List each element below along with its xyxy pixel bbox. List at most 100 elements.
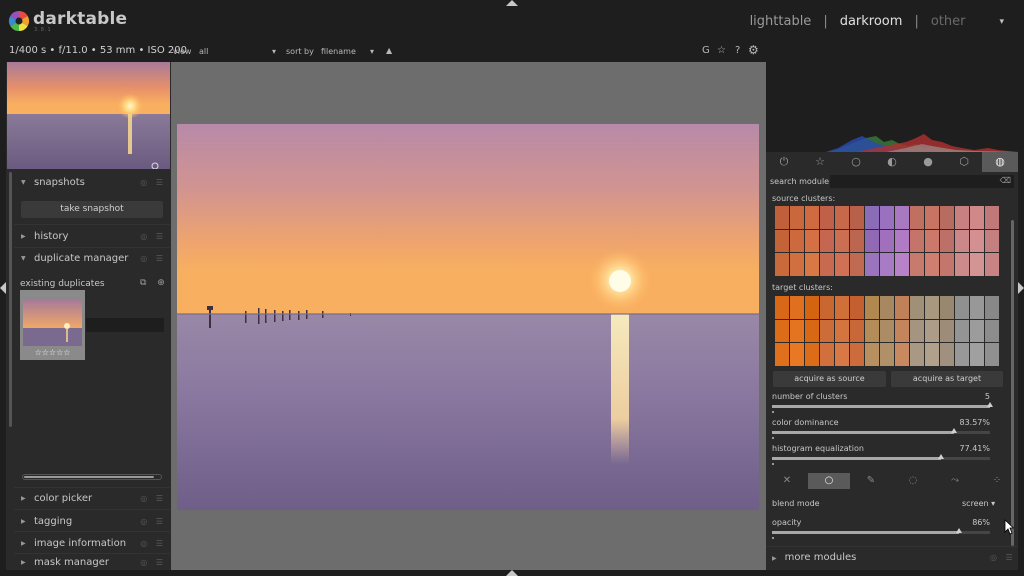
slider-knob[interactable] <box>937 454 944 459</box>
color-cluster-swatch[interactable] <box>775 206 819 276</box>
more-modules-header[interactable]: ▶ more modules <box>772 552 856 563</box>
search-module-input[interactable]: ⌫ <box>830 175 1014 188</box>
slider-knob[interactable] <box>951 428 958 433</box>
group-favorites-icon[interactable]: ☆ <box>802 152 838 172</box>
slider-track[interactable] <box>772 528 990 534</box>
help-icon[interactable]: ? <box>735 45 740 56</box>
star-overlay-icon[interactable]: ☆ <box>717 45 726 56</box>
duplicate-manager-module-header[interactable]: ▼ duplicate manager ◎ ☰ <box>14 248 170 268</box>
navigation-thumbnail[interactable] <box>7 62 170 169</box>
left-horizontal-scrollbar[interactable] <box>22 474 162 480</box>
main-image-preview[interactable] <box>177 124 759 510</box>
acquire-as-target-button[interactable]: acquire as target <box>891 371 1003 387</box>
cluster-color-cell <box>970 206 984 229</box>
blend-uniform-icon[interactable]: ○ <box>808 473 850 489</box>
color-cluster-swatch[interactable] <box>955 296 999 366</box>
color-cluster-swatch[interactable] <box>865 296 909 366</box>
color-cluster-swatch[interactable] <box>820 206 864 276</box>
sort-by-select[interactable]: filename <box>321 47 356 56</box>
blend-drawn-mask-icon[interactable]: ✎ <box>850 473 892 489</box>
blend-parametric-mask-icon[interactable]: ◌ <box>892 473 934 489</box>
left-panel-scrollbar[interactable] <box>9 172 12 427</box>
group-correct-icon[interactable]: ⬡ <box>946 152 982 172</box>
module-preset-icons[interactable]: ◎ ☰ <box>140 558 166 567</box>
views-dropdown-icon[interactable]: ▾ <box>999 17 1004 27</box>
color-cluster-swatch[interactable] <box>910 296 954 366</box>
right-panel-scrollbar[interactable] <box>1011 220 1014 546</box>
image-information-module-header[interactable]: ▶ image information ◎ ☰ <box>14 533 170 553</box>
view-other[interactable]: other <box>931 14 966 29</box>
color-cluster-swatch[interactable] <box>910 206 954 276</box>
collapse-right-panel-arrow[interactable] <box>1018 282 1024 294</box>
collapse-bottom-panel-arrow[interactable] <box>506 570 518 576</box>
tagging-label: tagging <box>34 515 73 527</box>
snapshots-module-header[interactable]: ▼ snapshots ◎ ☰ <box>14 172 170 192</box>
sort-direction-icon[interactable]: ▲ <box>386 46 392 55</box>
view-darkroom[interactable]: darkroom <box>840 14 903 29</box>
duplicate-thumbnail[interactable]: ☆☆☆☆☆ <box>20 290 85 360</box>
blend-mode-select[interactable]: screen ▾ <box>962 499 995 508</box>
grouping-icon[interactable]: G <box>702 45 710 56</box>
view-filter-dropdown-icon[interactable]: ▾ <box>272 47 276 56</box>
color-picker-module-header[interactable]: ▶ color picker ◎ ☰ <box>14 488 170 508</box>
slider-value[interactable]: 77.41% <box>959 444 990 453</box>
mask-manager-module-header[interactable]: ▶ mask manager ◎ ☰ <box>14 555 170 570</box>
group-tone-icon[interactable]: ◐ <box>874 152 910 172</box>
group-color-icon[interactable]: ● <box>910 152 946 172</box>
group-base-icon[interactable]: ○ <box>838 152 874 172</box>
color-cluster-swatch[interactable] <box>865 206 909 276</box>
slider-value[interactable]: 5 <box>985 392 990 401</box>
slider-track[interactable] <box>772 402 993 408</box>
module-preset-icons[interactable]: ◎ ☰ <box>140 254 166 263</box>
collapse-top-panel-arrow[interactable] <box>506 0 518 6</box>
module-preset-icons[interactable]: ◎ ☰ <box>140 494 166 503</box>
acquire-as-source-button[interactable]: acquire as source <box>773 371 886 387</box>
sort-dropdown-icon[interactable]: ▾ <box>370 47 374 56</box>
module-preset-icons[interactable]: ◎ ☰ <box>140 517 166 526</box>
cluster-color-cell <box>835 229 849 253</box>
collapsed-icon: ▶ <box>21 494 26 502</box>
view-separator: | <box>823 14 828 29</box>
blend-off-icon[interactable]: ✕ <box>766 473 808 489</box>
module-preset-icons[interactable]: ◎ ☰ <box>140 539 166 548</box>
color-cluster-swatch[interactable] <box>775 296 819 366</box>
blend-raster-mask-icon[interactable]: ⁘ <box>976 473 1018 489</box>
slider-knob[interactable] <box>987 402 993 407</box>
slider-value[interactable]: 83.57% <box>959 418 990 427</box>
scrollbar-thumb[interactable] <box>24 476 154 478</box>
take-snapshot-button[interactable]: take snapshot <box>21 201 163 218</box>
slider-track[interactable] <box>772 454 990 460</box>
settings-gear-icon[interactable]: ⚙ <box>748 43 759 57</box>
module-preset-icons[interactable]: ◎ ☰ <box>990 553 1016 562</box>
clear-search-icon[interactable]: ⌫ <box>1000 176 1011 185</box>
module-preset-icons[interactable]: ◎ ☰ <box>140 178 166 187</box>
slider-knob[interactable] <box>956 528 963 533</box>
view-filter-select[interactable]: all <box>199 47 208 56</box>
slider-label: histogram equalization <box>772 444 864 453</box>
history-module-header[interactable]: ▶ history ◎ ☰ <box>14 226 170 246</box>
duplicate-version-field[interactable] <box>86 318 164 332</box>
slider-track[interactable] <box>772 428 990 434</box>
target-clusters-label: target clusters: <box>772 283 833 292</box>
group-effect-icon[interactable]: ◍ <box>982 152 1018 172</box>
cluster-color-cell <box>895 343 909 366</box>
slider-value[interactable]: 86% <box>972 518 990 527</box>
cluster-color-cell <box>865 343 879 366</box>
cluster-color-cell <box>910 343 924 366</box>
tagging-module-header[interactable]: ▶ tagging ◎ ☰ <box>14 511 170 531</box>
cluster-color-cell <box>850 319 864 343</box>
module-preset-icons[interactable]: ◎ ☰ <box>140 232 166 241</box>
cluster-color-cell <box>970 319 984 343</box>
cluster-color-cell <box>970 229 984 253</box>
duplicate-action-icons[interactable]: ⧉ ⊕ <box>140 278 169 288</box>
blend-drawn-parametric-icon[interactable]: ⤳ <box>934 473 976 489</box>
view-lighttable[interactable]: lighttable <box>750 14 812 29</box>
color-cluster-swatch[interactable] <box>955 206 999 276</box>
color-cluster-swatch[interactable] <box>820 296 864 366</box>
group-active-modules-icon[interactable]: ⏻ <box>766 152 802 172</box>
slider-label: number of clusters <box>772 392 848 401</box>
cluster-color-cell <box>895 229 909 253</box>
slider-reset-dot <box>772 411 774 413</box>
duplicate-rating-stars[interactable]: ☆☆☆☆☆ <box>20 348 85 357</box>
histogram[interactable] <box>766 62 1018 152</box>
